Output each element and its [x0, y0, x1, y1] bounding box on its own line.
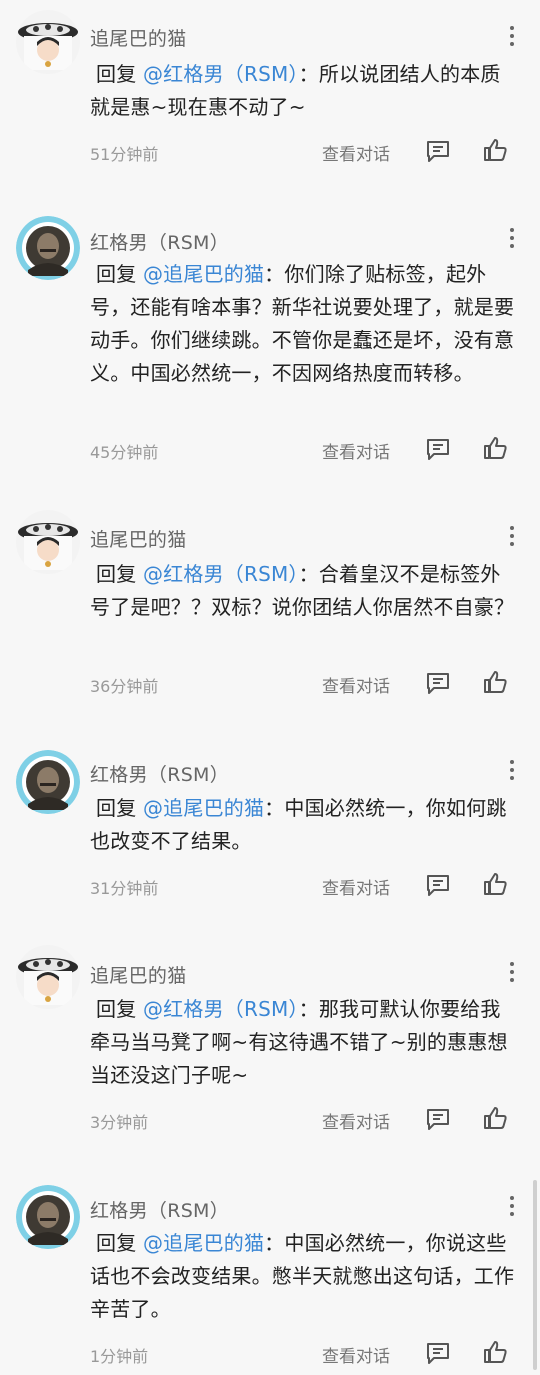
separator: ：: [298, 562, 319, 586]
like-thumb-icon[interactable]: [482, 435, 508, 461]
reply-comment-icon[interactable]: [425, 670, 451, 696]
more-options-icon[interactable]: [505, 524, 519, 552]
reply-comment-icon[interactable]: [425, 1340, 451, 1366]
comment-text: 回复 @追尾巴的猫：中国必然统一，你说这些话也不会改变结果。憋半天就憋出这句话，…: [90, 1227, 520, 1326]
like-thumb-icon[interactable]: [482, 871, 508, 897]
view-conversation-link[interactable]: 查看对话: [322, 140, 390, 165]
more-options-icon[interactable]: [505, 758, 519, 786]
timestamp: 36分钟前: [90, 677, 159, 696]
comment-text: 回复 @追尾巴的猫：你们除了贴标签，起外号，还能有啥本事？新华社说要处理了，就是…: [90, 258, 520, 390]
timestamp: 3分钟前: [90, 1113, 149, 1132]
portrait-avatar-icon: [16, 216, 80, 280]
reply-comment-icon[interactable]: [425, 138, 451, 164]
reply-label: 回复: [96, 997, 137, 1021]
username[interactable]: 追尾巴的猫: [90, 24, 187, 51]
reply-comment-icon[interactable]: [425, 436, 451, 462]
separator: ：: [298, 997, 319, 1021]
user-avatar[interactable]: [16, 510, 80, 574]
separator: ：: [298, 62, 319, 86]
mention-link[interactable]: @追尾巴的猫: [143, 1231, 264, 1255]
more-options-icon[interactable]: [505, 226, 519, 254]
view-conversation-link[interactable]: 查看对话: [322, 874, 390, 899]
user-avatar[interactable]: [16, 1185, 80, 1249]
view-conversation-link[interactable]: 查看对话: [322, 1342, 390, 1367]
user-avatar[interactable]: [16, 10, 80, 74]
reply-label: 回复: [96, 796, 137, 820]
username[interactable]: 红格男（RSM）: [90, 760, 229, 787]
username[interactable]: 红格男（RSM）: [90, 228, 229, 255]
mention-link[interactable]: @红格男（RSM）: [143, 997, 299, 1021]
timestamp: 45分钟前: [90, 443, 159, 462]
user-avatar[interactable]: [16, 945, 80, 1009]
username[interactable]: 红格男（RSM）: [90, 1196, 229, 1223]
reply-label: 回复: [96, 1231, 137, 1255]
separator: ：: [264, 796, 285, 820]
like-thumb-icon[interactable]: [482, 669, 508, 695]
like-thumb-icon[interactable]: [482, 1339, 508, 1365]
reply-label: 回复: [96, 262, 137, 286]
timestamp: 51分钟前: [90, 145, 159, 164]
portrait-avatar-icon: [16, 1185, 80, 1249]
user-avatar[interactable]: [16, 750, 80, 814]
comment-text: 回复 @红格男（RSM）：合着皇汉不是标签外号了是吧？？双标？说你团结人你居然不…: [90, 558, 520, 624]
reply-comment-icon[interactable]: [425, 872, 451, 898]
like-thumb-icon[interactable]: [482, 1105, 508, 1131]
timestamp: 31分钟前: [90, 879, 159, 898]
mention-link[interactable]: @追尾巴的猫: [143, 262, 264, 286]
view-conversation-link[interactable]: 查看对话: [322, 672, 390, 697]
more-options-icon[interactable]: [505, 1194, 519, 1222]
comment-text: 回复 @红格男（RSM）：所以说团结人的本质就是惠~现在惠不动了~: [90, 58, 520, 124]
more-options-icon[interactable]: [505, 24, 519, 52]
user-avatar[interactable]: [16, 216, 80, 280]
mention-link[interactable]: @红格男（RSM）: [143, 62, 299, 86]
like-thumb-icon[interactable]: [482, 137, 508, 163]
view-conversation-link[interactable]: 查看对话: [322, 438, 390, 463]
cat-girl-avatar-icon: [16, 945, 80, 1009]
separator: ：: [264, 1231, 285, 1255]
portrait-avatar-icon: [16, 750, 80, 814]
mention-link[interactable]: @追尾巴的猫: [143, 796, 264, 820]
mention-link[interactable]: @红格男（RSM）: [143, 562, 299, 586]
username[interactable]: 追尾巴的猫: [90, 525, 187, 552]
scrollbar[interactable]: [533, 1180, 537, 1370]
more-options-icon[interactable]: [505, 960, 519, 988]
cat-girl-avatar-icon: [16, 10, 80, 74]
reply-comment-icon[interactable]: [425, 1106, 451, 1132]
username[interactable]: 追尾巴的猫: [90, 961, 187, 988]
cat-girl-avatar-icon: [16, 510, 80, 574]
comment-text: 回复 @追尾巴的猫：中国必然统一，你如何跳也改变不了结果。: [90, 792, 520, 858]
timestamp: 1分钟前: [90, 1347, 149, 1366]
view-conversation-link[interactable]: 查看对话: [322, 1108, 390, 1133]
reply-label: 回复: [96, 62, 137, 86]
reply-label: 回复: [96, 562, 137, 586]
comment-text: 回复 @红格男（RSM）：那我可默认你要给我牵马当马凳了啊~有这待遇不错了~别的…: [90, 993, 520, 1092]
separator: ：: [264, 262, 285, 286]
